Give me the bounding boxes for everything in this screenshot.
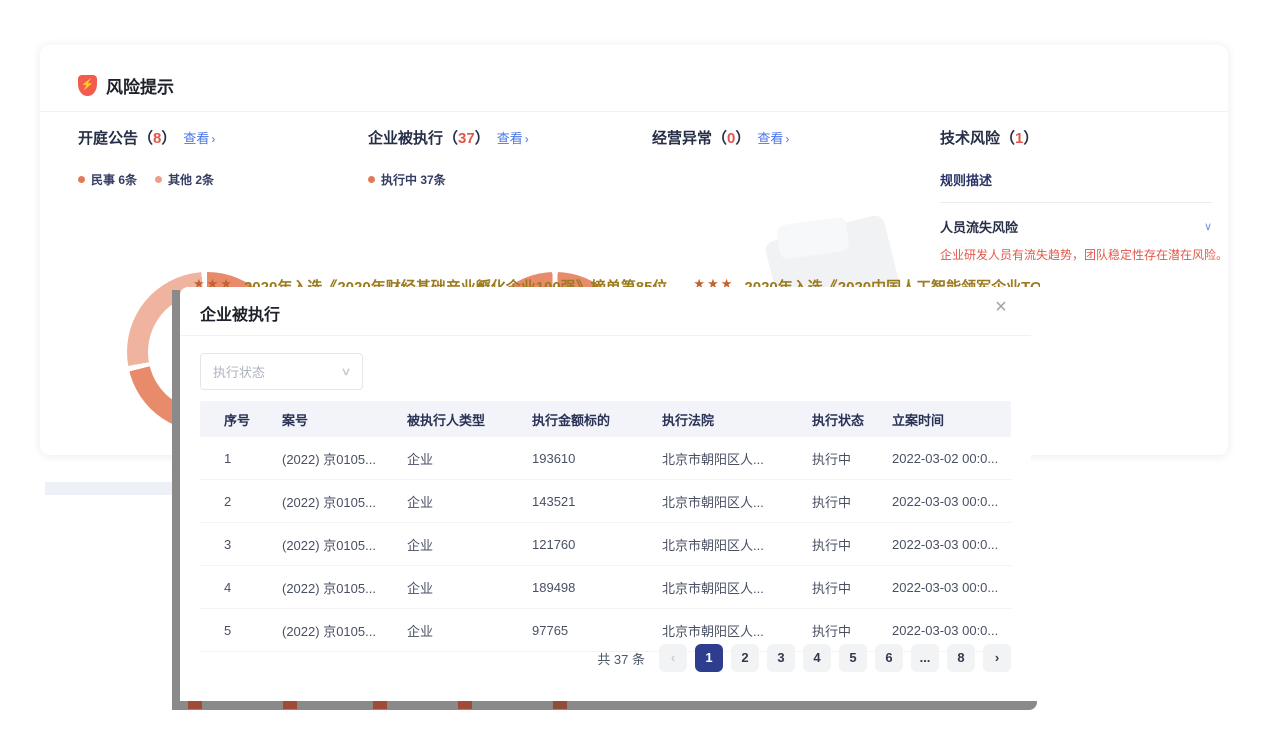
page-title: 风险提示 <box>106 73 174 98</box>
page-ellipsis-button[interactable]: ... <box>911 644 939 672</box>
risk-card-header: ⚡ 风险提示 <box>78 73 174 98</box>
column-enterprise-execution: 企业被执行（37）查看› 执行中 37条 <box>368 127 529 188</box>
clipped-bar-fragment <box>188 701 202 709</box>
clipped-bar-fragment <box>553 701 567 709</box>
legend-item: 其他 2条 <box>155 171 214 188</box>
legend: 民事 6条 其他 2条 <box>78 171 215 188</box>
page-button-3[interactable]: 3 <box>767 644 795 672</box>
clipped-section-band <box>45 482 172 495</box>
execution-status-select[interactable]: 执行状态 ∨ <box>200 353 363 390</box>
page-button-1[interactable]: 1 <box>695 644 723 672</box>
chevron-down-icon[interactable]: ∨ <box>1204 220 1212 233</box>
legend: 执行中 37条 <box>368 171 529 188</box>
pagination-total: 共 37 条 <box>597 649 645 668</box>
table-header-row: 序号 案号 被执行人类型 执行金额标的 执行法院 执行状态 立案时间 <box>200 401 1011 437</box>
page-button-4[interactable]: 4 <box>803 644 831 672</box>
page-button-5[interactable]: 5 <box>839 644 867 672</box>
legend-dot-icon <box>78 176 85 183</box>
pagination: 共 37 条 ‹ 1 2 3 4 5 6 ... 8 › <box>597 644 1011 672</box>
rule-divider <box>940 202 1212 203</box>
legend-item: 民事 6条 <box>78 171 137 188</box>
table-row[interactable]: 4 (2022) 京0105... 企业 189498 北京市朝阳区人... 执… <box>200 566 1011 609</box>
execution-table: 序号 案号 被执行人类型 执行金额标的 执行法院 执行状态 立案时间 1 (20… <box>200 401 1011 652</box>
column-title: 技术风险（1） <box>940 127 1228 148</box>
legend-dot-icon <box>368 176 375 183</box>
view-link[interactable]: 查看› <box>497 131 529 146</box>
clipped-award-strip: ★★★ 2020年入选《2020年财经基础产业孵化企业100强》榜单第85位 ★… <box>193 276 1040 287</box>
column-title: 开庭公告（8）查看› <box>78 127 215 148</box>
close-icon[interactable]: × <box>989 295 1013 319</box>
page-button-8[interactable]: 8 <box>947 644 975 672</box>
stars-icon: ★★★ <box>193 276 234 287</box>
clipped-bar-fragment <box>458 701 472 709</box>
next-page-button[interactable]: › <box>983 644 1011 672</box>
page-button-2[interactable]: 2 <box>731 644 759 672</box>
tech-risk-item[interactable]: 人员流失风险 ∨ <box>940 217 1212 236</box>
modal-divider <box>180 335 1031 336</box>
column-tech-risk: 技术风险（1） 规则描述 人员流失风险 ∨ 企业研发人员有流失趋势，团队稳定性存… <box>940 127 1228 263</box>
chevron-right-icon: › <box>785 132 789 146</box>
risk-shield-icon: ⚡ <box>78 75 97 96</box>
column-business-abnormal: 经营异常（0）查看› <box>652 127 789 148</box>
modal-title: 企业被执行 <box>200 301 280 325</box>
clipped-bar-fragment <box>283 701 297 709</box>
tech-risk-description: 企业研发人员有流失趋势，团队稳定性存在潜在风险。 <box>940 246 1228 263</box>
clipped-bar-fragment <box>373 701 387 709</box>
legend-item: 执行中 37条 <box>368 171 446 188</box>
chevron-down-icon: ∨ <box>340 365 351 378</box>
page-button-6[interactable]: 6 <box>875 644 903 672</box>
view-link[interactable]: 查看› <box>757 131 789 146</box>
chevron-right-icon: › <box>211 132 215 146</box>
prev-page-button[interactable]: ‹ <box>659 644 687 672</box>
column-court-announcements: 开庭公告（8）查看› 民事 6条 其他 2条 <box>78 127 215 188</box>
column-title: 企业被执行（37）查看› <box>368 127 529 148</box>
award-text: 2020年入选《2020年财经基础产业孵化企业100强》榜单第85位 <box>244 276 667 287</box>
chevron-right-icon: › <box>525 132 529 146</box>
column-title: 经营异常（0）查看› <box>652 127 789 148</box>
table-row[interactable]: 2 (2022) 京0105... 企业 143521 北京市朝阳区人... 执… <box>200 480 1011 523</box>
award-text: 2020年入选《2020中国人工智能领军企业TOP50》榜单 <box>744 276 1040 287</box>
table-row[interactable]: 3 (2022) 京0105... 企业 121760 北京市朝阳区人... 执… <box>200 523 1011 566</box>
card-header-divider <box>40 111 1228 112</box>
table-row[interactable]: 1 (2022) 京0105... 企业 193610 北京市朝阳区人... 执… <box>200 437 1011 480</box>
screen: ⚡ 风险提示 开庭公告（8）查看› 民事 6条 其他 2条 企业被执行（37）查… <box>0 0 1267 754</box>
view-link[interactable]: 查看› <box>183 131 215 146</box>
execution-modal: 企业被执行 × 执行状态 ∨ 序号 案号 被执行人类型 执行金额标的 执行法院 … <box>180 287 1031 701</box>
legend-dot-icon <box>155 176 162 183</box>
rule-description-label: 规则描述 <box>940 170 1228 189</box>
stars-icon: ★★★ <box>693 276 734 287</box>
